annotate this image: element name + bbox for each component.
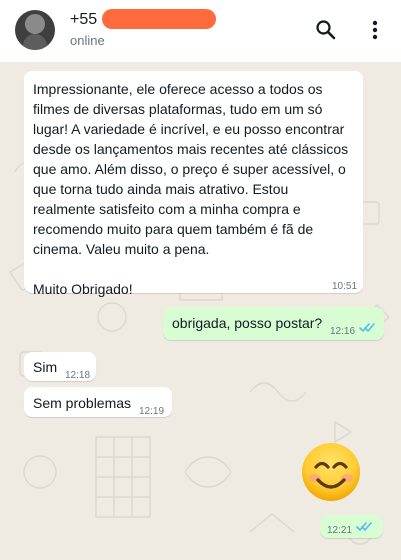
- double-check-icon: [356, 522, 372, 532]
- chat-header: +55 online: [0, 0, 401, 62]
- message-text: obrigada, posso postar?: [172, 315, 323, 331]
- message-time: 12:16: [330, 326, 356, 337]
- message-time: 10:51: [332, 281, 358, 292]
- contact-name[interactable]: +55: [70, 11, 97, 29]
- message-text: Impressionante, ele oferece acesso a tod…: [33, 81, 349, 297]
- message-time: 12:18: [65, 370, 91, 381]
- message-time: 12:19: [139, 406, 165, 417]
- message-time: 12:21: [327, 525, 353, 536]
- incoming-message[interactable]: Impressionante, ele oferece acesso a tod…: [24, 71, 363, 297]
- incoming-message[interactable]: Sim 12:18: [24, 352, 96, 381]
- smiling-face-emoji: [302, 443, 360, 501]
- more-vertical-icon[interactable]: [362, 17, 388, 43]
- double-check-icon: [359, 323, 375, 333]
- message-text: Sim: [33, 359, 58, 375]
- contact-avatar[interactable]: [15, 10, 55, 50]
- redacted-phone-number: [102, 9, 216, 29]
- emoji-message-footer[interactable]: 12:21: [320, 515, 383, 538]
- outgoing-message[interactable]: obrigada, posso postar? 12:16: [163, 307, 384, 340]
- message-text: Sem problemas: [33, 395, 132, 411]
- incoming-message[interactable]: Sem problemas 12:19: [24, 387, 172, 417]
- contact-status: online: [70, 33, 105, 48]
- search-icon[interactable]: [313, 17, 339, 43]
